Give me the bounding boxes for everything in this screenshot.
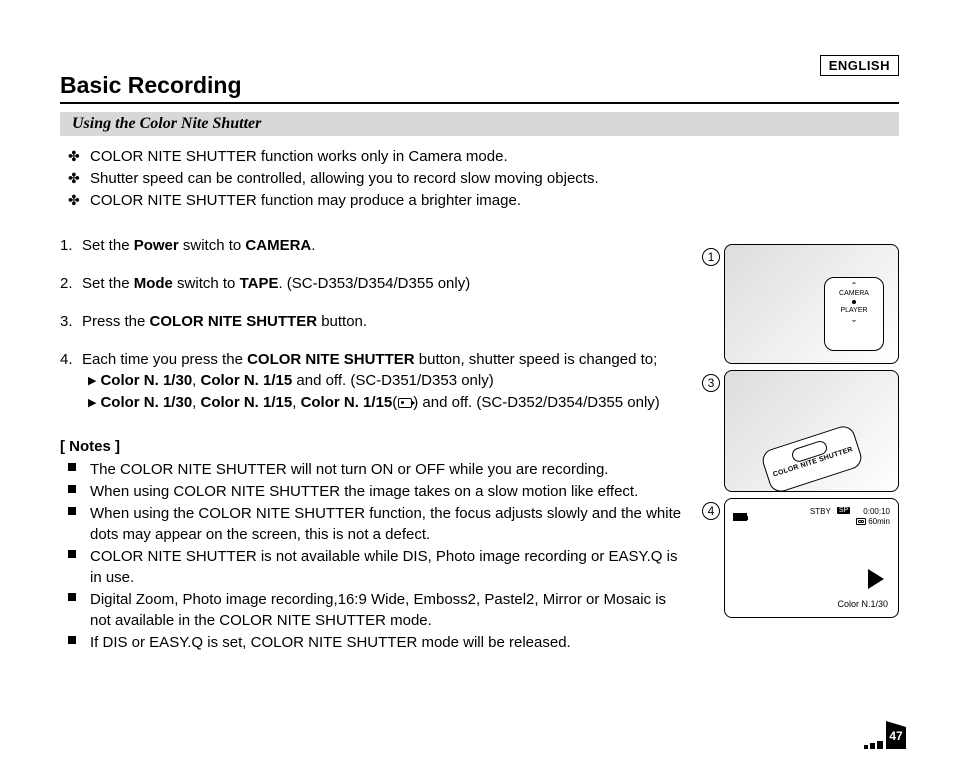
step-text: switch to bbox=[173, 275, 240, 292]
step-text: Set the bbox=[82, 275, 134, 292]
light-icon bbox=[398, 398, 412, 408]
step-text: . (SC-D353/D354/D355 only) bbox=[278, 275, 470, 292]
intro-item: ✤ COLOR NITE SHUTTER function may produce… bbox=[68, 190, 686, 212]
step-keyword: Power bbox=[134, 237, 179, 254]
figure-3-wrap: 3 COLOR NITE SHUTTER bbox=[724, 370, 899, 492]
intro-text: COLOR NITE SHUTTER function works only i… bbox=[90, 148, 508, 165]
screen-speed-badge: SP bbox=[837, 507, 850, 514]
play-triangle-icon bbox=[868, 569, 884, 589]
step-keyword: Mode bbox=[134, 275, 173, 292]
figure-shutter-button: COLOR NITE SHUTTER bbox=[724, 370, 899, 492]
intro-text: Shutter speed can be controlled, allowin… bbox=[90, 170, 599, 187]
language-tag: ENGLISH bbox=[820, 55, 899, 76]
note-text: When using COLOR NITE SHUTTER the image … bbox=[90, 483, 638, 500]
note-text: If DIS or EASY.Q is set, COLOR NITE SHUT… bbox=[90, 634, 571, 651]
note-text: When using the COLOR NITE SHUTTER functi… bbox=[90, 505, 681, 543]
square-bullet-icon bbox=[68, 550, 76, 558]
figure-4-wrap: 4 STBY SP 0:00:10 60min Color N.1/30 bbox=[724, 498, 899, 618]
shutter-value: Color N. 1/15 bbox=[201, 372, 293, 389]
arrow-down-icon: ⌃ bbox=[825, 314, 883, 322]
intro-list: ✤ COLOR NITE SHUTTER function works only … bbox=[68, 146, 686, 211]
notes-list: The COLOR NITE SHUTTER will not turn ON … bbox=[68, 459, 686, 653]
steps-list: Set the Power switch to CAMERA. Set the … bbox=[60, 235, 686, 414]
step-item: Set the Mode switch to TAPE. (SC-D353/D3… bbox=[60, 273, 686, 295]
arrow-up-icon: ⌃ bbox=[825, 282, 883, 290]
square-bullet-icon bbox=[68, 636, 76, 644]
page-decor-bar bbox=[864, 745, 868, 749]
figure-marker: 1 bbox=[702, 248, 720, 266]
note-text: The COLOR NITE SHUTTER will not turn ON … bbox=[90, 461, 608, 478]
shutter-value: Color N. 1/15 bbox=[301, 394, 393, 411]
note-item: When using the COLOR NITE SHUTTER functi… bbox=[68, 503, 686, 545]
step-text: ) and off. (SC-D352/D354/D355 only) bbox=[413, 394, 660, 411]
figure-screen-display: STBY SP 0:00:10 60min Color N.1/30 bbox=[724, 498, 899, 618]
shutter-value: Color N. 1/30 bbox=[100, 372, 192, 389]
step-keyword: COLOR NITE SHUTTER bbox=[247, 351, 415, 368]
note-item: When using COLOR NITE SHUTTER the image … bbox=[68, 481, 686, 502]
switch-label-camera: CAMERA bbox=[825, 290, 883, 297]
step-text: switch to bbox=[179, 237, 246, 254]
step-text: button. bbox=[317, 313, 367, 330]
square-bullet-icon bbox=[68, 593, 76, 601]
triangle-bullet-icon: ▶ bbox=[88, 374, 96, 390]
step-text: button, shutter speed is changed to; bbox=[415, 351, 658, 368]
page-number-value: 47 bbox=[886, 727, 906, 749]
note-text: Digital Zoom, Photo image recording,16:9… bbox=[90, 591, 666, 629]
page-number: 47 bbox=[864, 715, 906, 749]
screen-status-row: STBY SP 0:00:10 60min bbox=[733, 507, 890, 526]
step-keyword: CAMERA bbox=[245, 237, 311, 254]
intro-text: COLOR NITE SHUTTER function may produce … bbox=[90, 192, 521, 209]
shutter-value: Color N. 1/15 bbox=[201, 394, 293, 411]
switch-dot-icon bbox=[852, 300, 856, 304]
note-item: If DIS or EASY.Q is set, COLOR NITE SHUT… bbox=[68, 632, 686, 653]
step-text: and off. (SC-D351/D353 only) bbox=[292, 372, 494, 389]
page-title: Basic Recording bbox=[60, 72, 899, 104]
maltese-bullet-icon: ✤ bbox=[68, 190, 80, 210]
switch-label-player: PLAYER bbox=[825, 307, 883, 314]
step-item: Set the Power switch to CAMERA. bbox=[60, 235, 686, 257]
maltese-bullet-icon: ✤ bbox=[68, 146, 80, 166]
maltese-bullet-icon: ✤ bbox=[68, 168, 80, 188]
note-text: COLOR NITE SHUTTER is not available whil… bbox=[90, 548, 677, 586]
notes-heading: [ Notes ] bbox=[60, 438, 686, 455]
step-text: Set the bbox=[82, 237, 134, 254]
screen-remain: 60min bbox=[868, 517, 890, 526]
intro-item: ✤ COLOR NITE SHUTTER function works only … bbox=[68, 146, 686, 168]
figure-column: 1 ⌃ CAMERA PLAYER ⌃ 3 COLOR NITE SHUTTER bbox=[704, 146, 899, 654]
step-text: Press the bbox=[82, 313, 150, 330]
page-decor-bar bbox=[870, 743, 875, 749]
figure-camera-switch: ⌃ CAMERA PLAYER ⌃ bbox=[724, 244, 899, 364]
step-sub: ▶Color N. 1/30, Color N. 1/15 and off. (… bbox=[88, 370, 686, 392]
note-item: The COLOR NITE SHUTTER will not turn ON … bbox=[68, 459, 686, 480]
main-text-column: ✤ COLOR NITE SHUTTER function works only … bbox=[60, 146, 694, 654]
triangle-bullet-icon: ▶ bbox=[88, 396, 96, 412]
step-item: Each time you press the COLOR NITE SHUTT… bbox=[60, 349, 686, 414]
power-switch-plate: ⌃ CAMERA PLAYER ⌃ bbox=[824, 277, 884, 351]
screen-mode-label: Color N.1/30 bbox=[837, 599, 888, 609]
shutter-button-plate: COLOR NITE SHUTTER bbox=[759, 423, 864, 492]
step-text: . bbox=[311, 237, 315, 254]
figure-marker: 4 bbox=[702, 502, 720, 520]
shutter-value: Color N. 1/30 bbox=[100, 394, 192, 411]
note-item: COLOR NITE SHUTTER is not available whil… bbox=[68, 546, 686, 588]
step-item: Press the COLOR NITE SHUTTER button. bbox=[60, 311, 686, 333]
screen-status: STBY bbox=[810, 507, 831, 516]
step-text: Each time you press the bbox=[82, 351, 247, 368]
page-decor-bar bbox=[877, 741, 883, 749]
figure-1-wrap: 1 ⌃ CAMERA PLAYER ⌃ bbox=[724, 244, 899, 364]
square-bullet-icon bbox=[68, 507, 76, 515]
step-keyword: TAPE bbox=[240, 275, 279, 292]
figure-marker: 3 bbox=[702, 374, 720, 392]
screen-timecode: 0:00:10 bbox=[856, 507, 890, 517]
square-bullet-icon bbox=[68, 463, 76, 471]
cassette-icon bbox=[856, 518, 866, 525]
step-keyword: COLOR NITE SHUTTER bbox=[150, 313, 318, 330]
intro-item: ✤ Shutter speed can be controlled, allowi… bbox=[68, 168, 686, 190]
square-bullet-icon bbox=[68, 485, 76, 493]
battery-icon bbox=[733, 513, 747, 521]
section-heading: Using the Color Nite Shutter bbox=[60, 112, 899, 136]
note-item: Digital Zoom, Photo image recording,16:9… bbox=[68, 589, 686, 631]
step-sub: ▶Color N. 1/30, Color N. 1/15, Color N. … bbox=[88, 392, 686, 414]
